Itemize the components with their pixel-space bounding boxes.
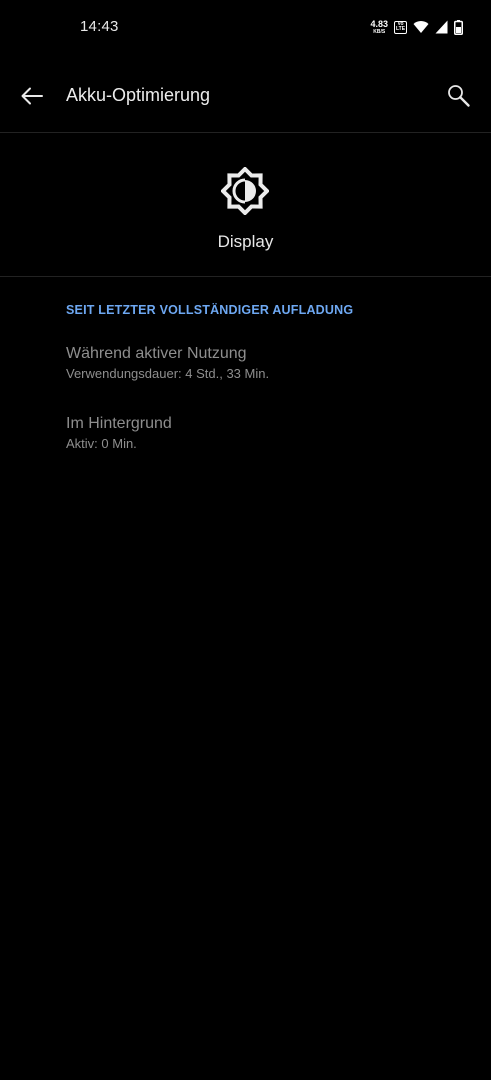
- network-speed-unit: KB/S: [373, 28, 386, 35]
- usage-item-background: Im Hintergrund Aktiv: 0 Min.: [66, 414, 466, 452]
- status-icons: 4.83 KB/S Vo LTE: [370, 17, 463, 37]
- usage-item-summary: Verwendungsdauer: 4 Std., 33 Min.: [66, 366, 270, 381]
- network-speed: 4.83 KB/S: [370, 18, 388, 35]
- volte-bottom-label: LTE: [395, 26, 406, 32]
- wifi-icon: [413, 21, 429, 33]
- network-speed-value: 4.83: [370, 18, 388, 29]
- volte-icon: Vo LTE: [394, 20, 407, 34]
- app-name: Display: [217, 232, 274, 251]
- usage-item-title: Im Hintergrund: [66, 415, 172, 432]
- arrow-left-icon: [21, 87, 43, 105]
- status-time: 14:43: [80, 18, 119, 35]
- app-bar: Akku-Optimierung: [0, 56, 491, 133]
- usage-item-summary: Aktiv: 0 Min.: [66, 436, 137, 451]
- usage-item-title: Während aktiver Nutzung: [66, 345, 247, 362]
- cell-signal-icon: [435, 20, 448, 34]
- search-button[interactable]: [443, 80, 475, 112]
- battery-icon: [454, 19, 463, 35]
- brightness-icon: [221, 167, 269, 215]
- page-title: Akku-Optimierung: [66, 85, 211, 105]
- category-header: SEIT LETZTER VOLLSTÄNDIGER AUFLADUNG: [66, 303, 354, 317]
- status-bar: 14:43 4.83 KB/S Vo LTE: [0, 0, 491, 56]
- app-header: Display: [0, 133, 491, 277]
- back-button[interactable]: [16, 80, 48, 112]
- search-icon: [448, 85, 470, 107]
- usage-item-active: Während aktiver Nutzung Verwendungsdauer…: [66, 344, 466, 382]
